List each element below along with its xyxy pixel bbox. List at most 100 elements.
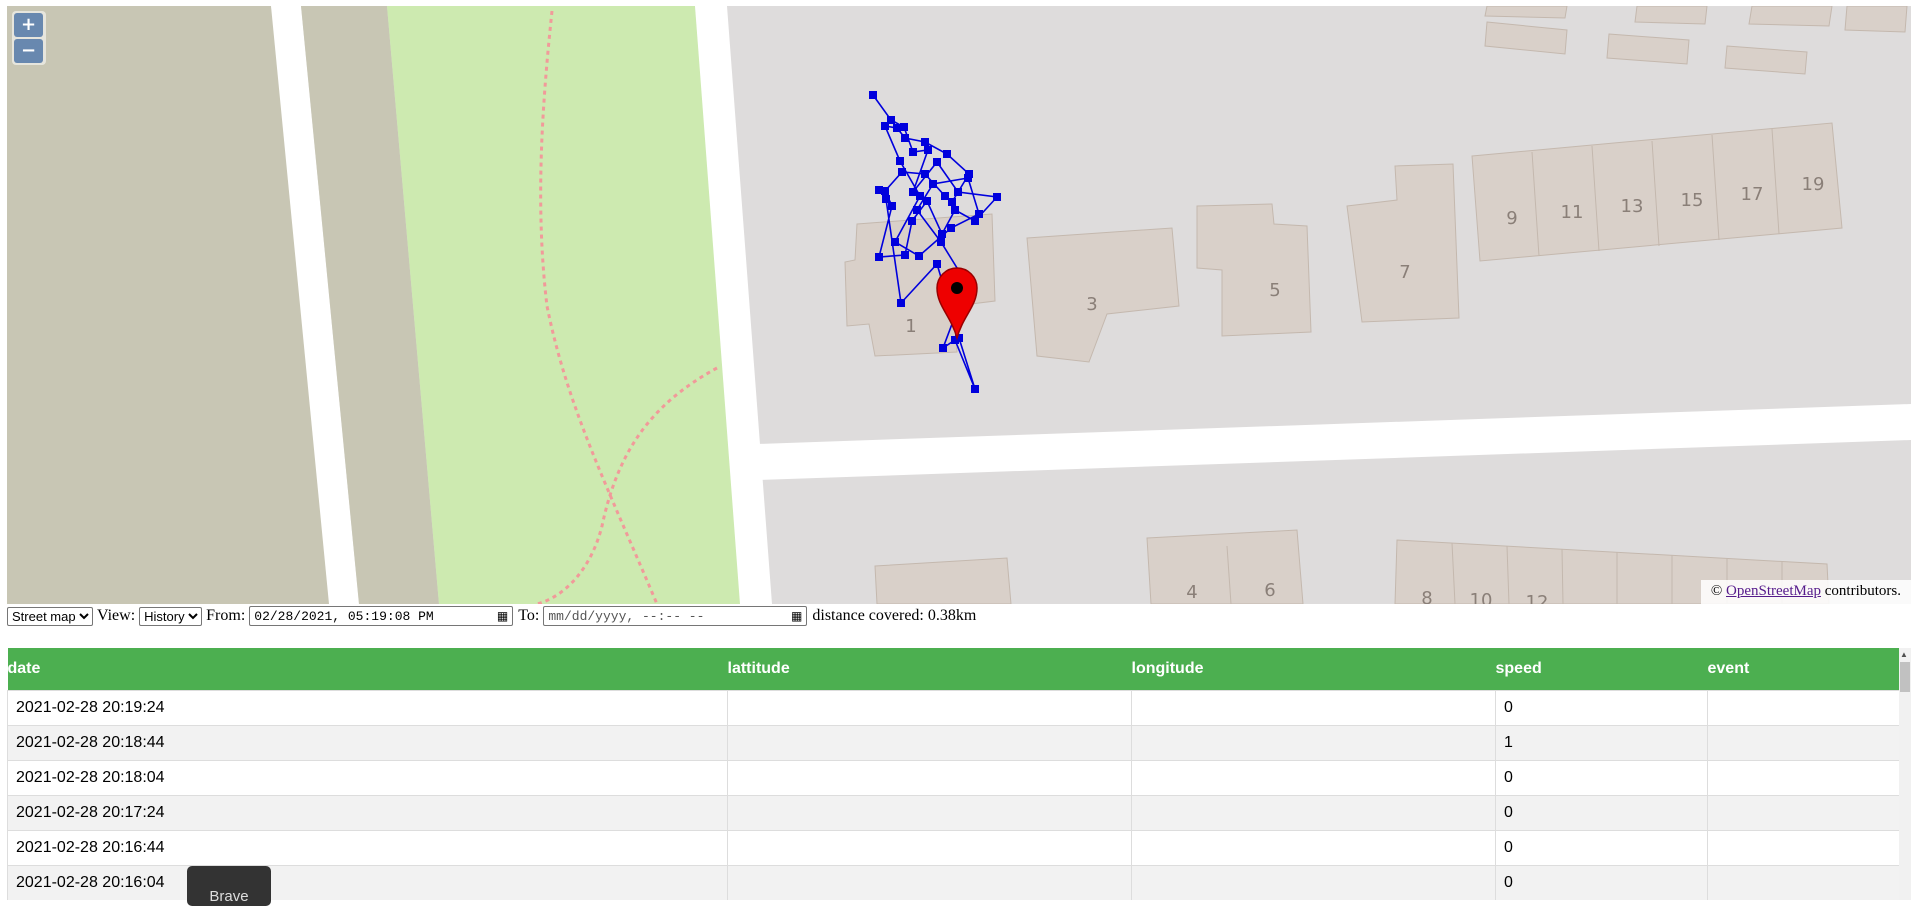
gps-point: [875, 253, 883, 261]
gps-point: [954, 188, 962, 196]
svg-text:10: 10: [1470, 590, 1493, 604]
zoom-in-button[interactable]: +: [14, 13, 43, 37]
cell-speed: 0: [1495, 760, 1708, 796]
cell-event: [1707, 760, 1900, 796]
history-table: date lattitude longitude speed event 202…: [7, 648, 1900, 900]
cell-speed: 0: [1495, 795, 1708, 831]
cell-date: 2021-02-28 20:16:44: [7, 830, 728, 866]
header-speed[interactable]: speed: [1495, 648, 1708, 691]
svg-text:1: 1: [905, 316, 916, 337]
header-date[interactable]: date: [7, 648, 728, 691]
gps-point: [941, 192, 949, 200]
cell-lattitude: [727, 795, 1132, 831]
gps-point: [882, 195, 890, 203]
cell-speed: 0: [1495, 690, 1708, 726]
gps-point: [929, 180, 937, 188]
scroll-up-icon[interactable]: ▲: [1900, 650, 1908, 659]
distance-covered: distance covered: 0.38km: [812, 607, 977, 624]
calendar-icon[interactable]: ▦: [791, 609, 802, 624]
cell-event: [1707, 830, 1900, 866]
cell-longitude: [1131, 865, 1496, 900]
header-lattitude[interactable]: lattitude: [727, 648, 1132, 691]
cell-lattitude: [727, 725, 1132, 761]
cell-longitude: [1131, 760, 1496, 796]
gps-point: [933, 158, 941, 166]
table-header-row: date lattitude longitude speed event: [7, 648, 1900, 691]
cell-date: 2021-02-28 20:19:24: [7, 690, 728, 726]
svg-text:8: 8: [1421, 588, 1432, 604]
gps-point: [971, 217, 979, 225]
gps-point: [951, 206, 959, 214]
gps-point: [875, 186, 883, 194]
calendar-icon[interactable]: ▦: [497, 609, 508, 624]
gps-point: [909, 188, 917, 196]
svg-text:19: 19: [1802, 174, 1825, 195]
to-datetime-input[interactable]: mm/dd/yyyy, --:-- -- ▦: [543, 606, 808, 626]
cell-speed: 0: [1495, 865, 1708, 900]
gps-point: [896, 157, 904, 165]
svg-text:12: 12: [1526, 592, 1549, 604]
table-row[interactable]: 2021-02-28 20:16:04 0: [7, 865, 1900, 900]
scrollbar-thumb[interactable]: [1900, 662, 1910, 692]
header-longitude[interactable]: longitude: [1131, 648, 1496, 691]
cell-date: 2021-02-28 20:18:04: [7, 760, 728, 796]
cell-speed: 0: [1495, 830, 1708, 866]
gps-point: [964, 174, 972, 182]
openstreetmap-link[interactable]: OpenStreetMap: [1726, 583, 1821, 599]
gps-point: [888, 202, 896, 210]
cell-lattitude: [727, 760, 1132, 796]
park-area: [387, 6, 743, 604]
table-row[interactable]: 2021-02-28 20:19:24 0: [7, 690, 1900, 726]
cell-lattitude: [727, 690, 1132, 726]
gps-point: [915, 252, 923, 260]
history-controls: Street map View: History From: 02/28/202…: [7, 604, 1007, 628]
cell-longitude: [1131, 795, 1496, 831]
app-tooltip: Brave: [187, 866, 271, 906]
svg-text:9: 9: [1506, 208, 1517, 229]
cell-longitude: [1131, 725, 1496, 761]
gps-point: [943, 150, 951, 158]
gps-point: [947, 224, 955, 232]
table-row[interactable]: 2021-02-28 20:18:04 0: [7, 760, 1900, 796]
svg-text:5: 5: [1269, 280, 1280, 301]
table-scrollbar[interactable]: ▲: [1899, 648, 1911, 900]
from-datetime-input[interactable]: 02/28/2021, 05:19:08 PM ▦: [249, 606, 514, 626]
gps-point: [948, 198, 956, 206]
cell-event: [1707, 795, 1900, 831]
svg-text:6: 6: [1264, 580, 1275, 601]
gps-point: [869, 91, 877, 99]
gps-point: [937, 238, 945, 246]
history-table-container[interactable]: date lattitude longitude speed event 202…: [7, 648, 1911, 900]
table-row[interactable]: 2021-02-28 20:16:44 0: [7, 830, 1900, 866]
gps-point: [897, 299, 905, 307]
table-row[interactable]: 2021-02-28 20:18:44 1: [7, 725, 1900, 761]
gps-point: [898, 168, 906, 176]
to-label: To:: [518, 607, 540, 624]
cell-event: [1707, 725, 1900, 761]
view-select[interactable]: History: [139, 606, 203, 626]
svg-text:13: 13: [1621, 196, 1644, 217]
table-row[interactable]: 2021-02-28 20:17:24 0: [7, 795, 1900, 831]
cell-date: 2021-02-28 20:17:24: [7, 795, 728, 831]
map-tiles: 1 3 5 7 9 11 13 15 17 19 4 6 8 10 12: [7, 6, 1911, 604]
gps-point: [901, 134, 909, 142]
svg-text:4: 4: [1186, 582, 1197, 603]
gps-point: [901, 251, 909, 259]
gps-point: [923, 197, 931, 205]
header-event[interactable]: event: [1707, 648, 1900, 691]
gps-point: [900, 123, 908, 131]
cell-longitude: [1131, 690, 1496, 726]
map-view[interactable]: 1 3 5 7 9 11 13 15 17 19 4 6 8 10 12 + −…: [7, 6, 1911, 604]
gps-point: [924, 146, 932, 154]
gps-point: [893, 124, 901, 132]
cell-lattitude: [727, 865, 1132, 900]
view-label: View:: [97, 607, 136, 624]
cell-date: 2021-02-28 20:18:44: [7, 725, 728, 761]
layer-select[interactable]: Street map: [7, 606, 93, 626]
zoom-out-button[interactable]: −: [14, 39, 43, 63]
gps-point: [908, 217, 916, 225]
gps-point: [921, 138, 929, 146]
gps-point: [891, 238, 899, 246]
svg-text:17: 17: [1741, 184, 1764, 205]
gps-point: [993, 193, 1001, 201]
